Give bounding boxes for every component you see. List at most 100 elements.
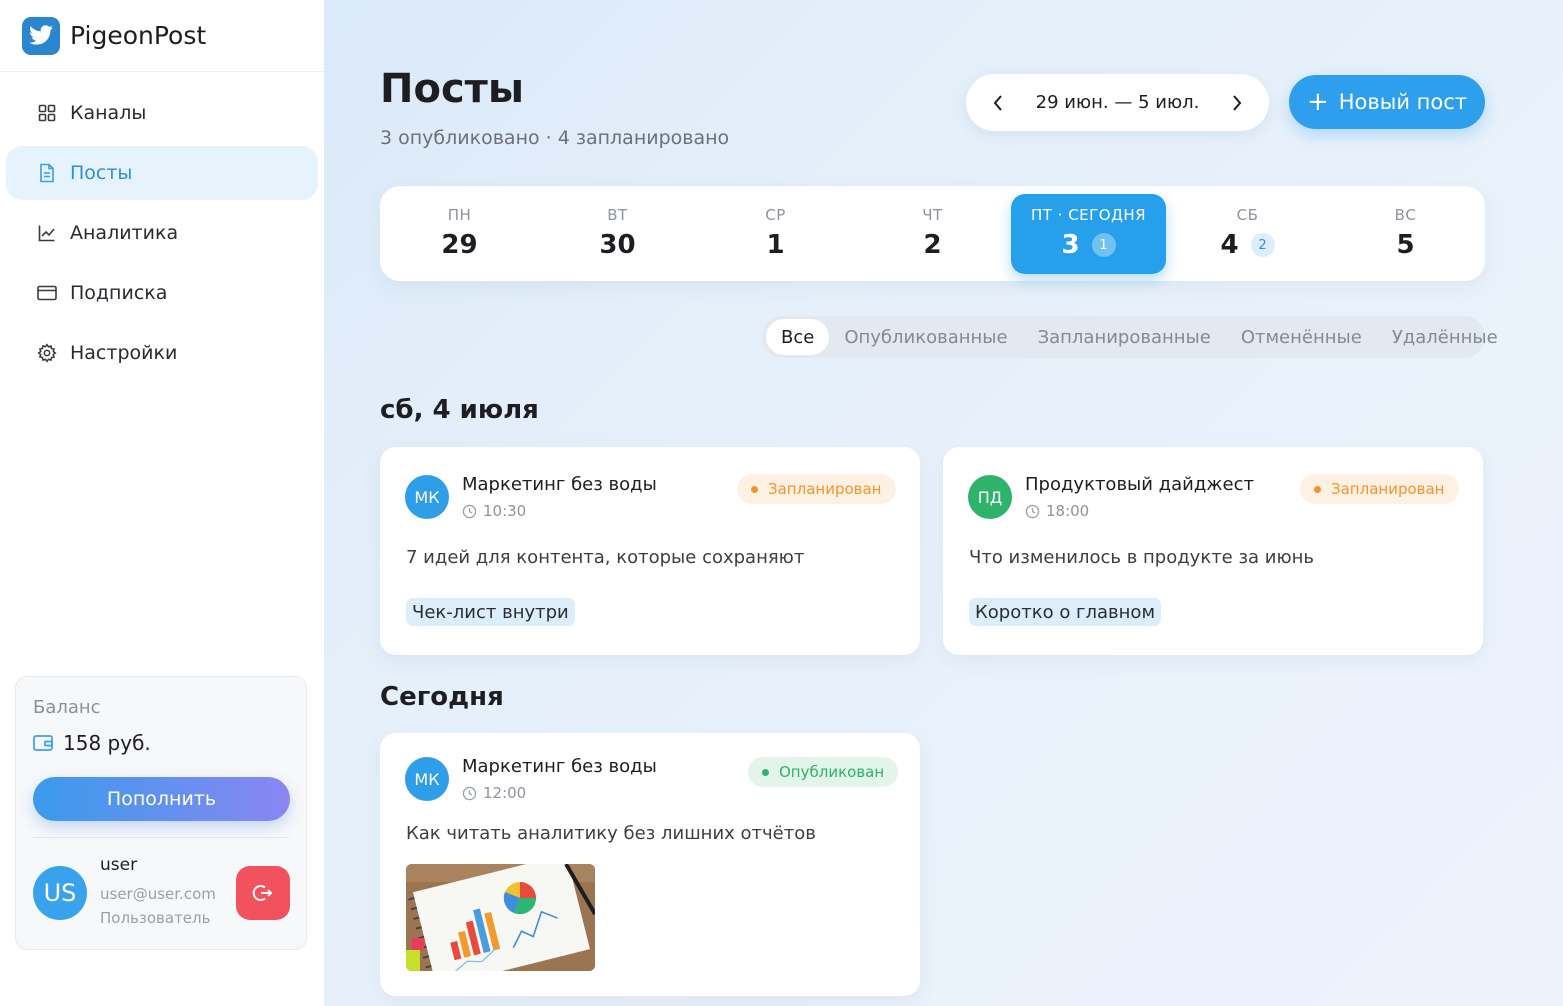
- clock-icon: [462, 786, 477, 800]
- date-range: 29 июн. — 5 июл.: [1035, 92, 1200, 113]
- wallet-icon: [33, 733, 53, 753]
- chart-icon: [36, 222, 58, 244]
- chevron-right-icon[interactable]: [1225, 91, 1249, 115]
- status-dot: [762, 768, 769, 776]
- post-time-value: 12:00: [483, 784, 527, 802]
- sidebar-item-subscription[interactable]: Подписка: [6, 266, 318, 320]
- post-time: 10:30: [462, 502, 526, 520]
- balance-amount-row: 158 руб.: [33, 731, 151, 755]
- sidebar-item-channels[interactable]: Каналы: [6, 86, 318, 140]
- channel-name: Маркетинг без воды: [462, 756, 657, 777]
- sidebar-item-label: Настройки: [70, 342, 178, 364]
- post-card[interactable]: МК Маркетинг без воды 12:00 Опубликован …: [380, 733, 920, 996]
- clock-icon: [462, 504, 477, 518]
- day-name: СБ: [1236, 206, 1259, 224]
- card-icon: [36, 282, 58, 304]
- balance-card: Баланс 158 руб. Пополнить US user user@u…: [15, 676, 307, 950]
- post-text: Что изменилось в продукте за июнь: [969, 547, 1315, 568]
- day-name: ЧТ: [922, 206, 943, 224]
- divider: [33, 837, 289, 838]
- post-image[interactable]: [406, 864, 595, 971]
- sidebar-item-label: Аналитика: [70, 222, 179, 244]
- day-thu[interactable]: ЧТ 2: [855, 194, 1010, 274]
- filter-tab-all[interactable]: Все: [766, 319, 830, 355]
- post-card[interactable]: ПД Продуктовый дайджест 18:00 Запланиров…: [943, 447, 1483, 655]
- new-post-label: Новый пост: [1338, 90, 1468, 114]
- post-card[interactable]: МК Маркетинг без воды 10:30 Запланирован…: [380, 447, 920, 655]
- filter-tab-deleted[interactable]: Удалённые: [1377, 319, 1513, 355]
- day-number: 4: [1220, 230, 1239, 260]
- day-tue[interactable]: ВТ 30: [540, 194, 695, 274]
- sidebar-item-analytics[interactable]: Аналитика: [6, 206, 318, 260]
- week-strip: ПН 29 ВТ 30 СР 1 ЧТ 2 ПТ · СЕГОДНЯ 3 1 С…: [380, 186, 1485, 281]
- plus-icon: +: [1306, 87, 1329, 117]
- channel-avatar: МК: [405, 475, 449, 519]
- status-badge: Опубликован: [748, 757, 899, 787]
- page-title: Посты: [380, 66, 525, 112]
- post-tag: Чек-лист внутри: [406, 598, 575, 626]
- chevron-left-icon[interactable]: [986, 91, 1010, 115]
- date-navigator: 29 июн. — 5 июл.: [966, 74, 1269, 131]
- day-number: 2: [923, 230, 942, 260]
- status-label: Запланирован: [768, 480, 882, 498]
- document-icon: [36, 162, 58, 184]
- day-name: ПН: [447, 206, 472, 224]
- post-text: Как читать аналитику без лишних отчётов: [406, 823, 816, 844]
- sidebar: PigeonPost Каналы Посты Аналитика Подпис…: [0, 0, 324, 1006]
- brand-name: PigeonPost: [70, 21, 207, 50]
- day-name: ПТ · СЕГОДНЯ: [1030, 206, 1147, 224]
- day-sun[interactable]: ВС 5: [1328, 194, 1483, 274]
- day-name: ВС: [1394, 206, 1417, 224]
- channel-avatar: МК: [405, 757, 449, 801]
- day-number: 29: [441, 230, 478, 260]
- logout-button[interactable]: [236, 866, 290, 920]
- avatar[interactable]: US: [33, 866, 87, 920]
- sidebar-nav: Каналы Посты Аналитика Подписка Настройк…: [0, 72, 324, 380]
- day-fri-today[interactable]: ПТ · СЕГОДНЯ 3 1: [1011, 194, 1166, 274]
- status-label: Запланирован: [1331, 480, 1445, 498]
- post-text: 7 идей для контента, которые сохраняют: [406, 547, 805, 568]
- sidebar-item-label: Каналы: [70, 102, 147, 124]
- day-mon[interactable]: ПН 29: [382, 194, 537, 274]
- filter-tab-cancelled[interactable]: Отменённые: [1226, 319, 1377, 355]
- sidebar-item-label: Посты: [70, 162, 133, 184]
- day-wed[interactable]: СР 1: [698, 194, 853, 274]
- channel-avatar: ПД: [968, 475, 1012, 519]
- sidebar-item-label: Подписка: [70, 282, 168, 304]
- user-email: user@user.com: [100, 885, 216, 903]
- day-number: 3: [1061, 230, 1080, 260]
- section-title: сб, 4 июля: [380, 395, 539, 425]
- channel-name: Продуктовый дайджест: [1025, 474, 1254, 495]
- status-dot: [751, 485, 758, 493]
- topup-button[interactable]: Пополнить: [33, 777, 290, 821]
- status-badge: Запланирован: [1300, 474, 1459, 504]
- sidebar-item-settings[interactable]: Настройки: [6, 326, 318, 380]
- day-sat[interactable]: СБ 4 2: [1170, 194, 1325, 274]
- pigeon-logo-icon: [22, 16, 60, 55]
- day-name: ВТ: [607, 206, 628, 224]
- channel-name: Маркетинг без воды: [462, 474, 657, 495]
- status-dot: [1314, 485, 1321, 493]
- post-tag: Коротко о главном: [969, 598, 1162, 626]
- post-count-badge: 1: [1091, 233, 1116, 257]
- filter-tab-scheduled[interactable]: Запланированные: [1023, 319, 1226, 355]
- post-time-value: 10:30: [483, 502, 527, 520]
- post-time: 12:00: [462, 784, 526, 802]
- clock-icon: [1025, 504, 1040, 518]
- balance-label: Баланс: [33, 697, 101, 718]
- post-count-badge: 2: [1250, 233, 1275, 257]
- filter-tab-published[interactable]: Опубликованные: [829, 319, 1022, 355]
- user-role: Пользователь: [100, 909, 211, 927]
- page-subtitle: 3 опубликовано · 4 запланировано: [380, 127, 730, 149]
- new-post-button[interactable]: + Новый пост: [1289, 75, 1485, 129]
- user-name: user: [100, 855, 138, 875]
- day-number: 1: [766, 230, 785, 260]
- balance-amount: 158 руб.: [63, 731, 151, 755]
- post-time-value: 18:00: [1046, 502, 1090, 520]
- brand[interactable]: PigeonPost: [0, 0, 324, 72]
- status-label: Опубликован: [779, 763, 885, 781]
- section-title: Сегодня: [380, 682, 504, 712]
- sidebar-item-posts[interactable]: Посты: [6, 146, 318, 200]
- gear-icon: [36, 342, 58, 364]
- day-number: 5: [1396, 230, 1415, 260]
